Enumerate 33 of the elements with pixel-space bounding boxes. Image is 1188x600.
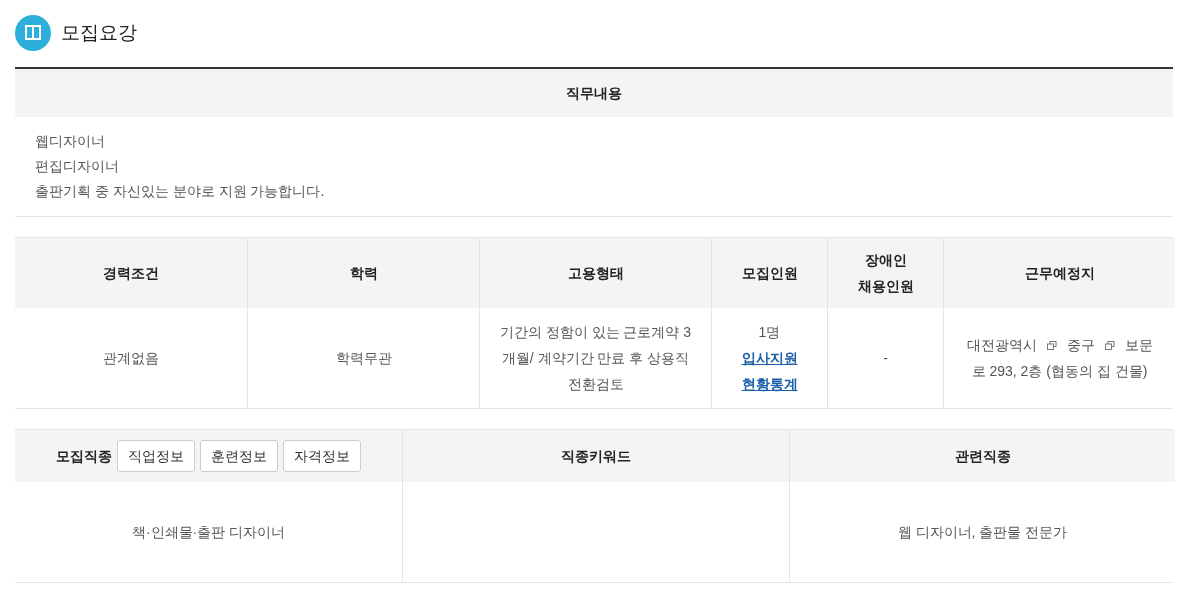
table-cell-text: - <box>883 349 888 368</box>
location-text: 로 293, 2층 (협동의 집 건물) <box>971 362 1148 381</box>
table-header: 학력 <box>247 238 479 308</box>
info-button[interactable]: 직업정보 <box>117 440 195 472</box>
new-window-icon[interactable] <box>1046 340 1057 350</box>
table-cell-text: 1명 <box>758 323 781 342</box>
table-cell-text: 관계없음 <box>103 349 159 368</box>
table-cell-text: 학력무관 <box>335 349 392 368</box>
table-cell-text: 기간의 정함이 있는 근로계약 3개월/ 계약기간 만료 후 상용직 전환검토 <box>498 323 693 394</box>
table-header: 관련직종 <box>789 430 1175 482</box>
duty-text: 출판기획 중 자신있는 분야로 지원 가능합니다. <box>35 182 326 201</box>
table-header: 직무내용 <box>15 69 1173 117</box>
table-cell-text: 책·인쇄물·출판 디자이너 <box>131 523 286 542</box>
duty-text: 편집디자이너 <box>35 157 120 176</box>
new-window-icon[interactable] <box>1104 340 1115 350</box>
table-link[interactable]: 현황통계 <box>741 371 798 397</box>
table-header: 모집직종 <box>56 446 112 466</box>
table-header: 직종키워드 <box>402 430 789 482</box>
table-header: 모집인원 <box>711 238 827 308</box>
section-title: 모집요강 <box>61 20 137 45</box>
info-button[interactable]: 훈련정보 <box>200 440 278 472</box>
table-header: 고용형태 <box>479 238 711 308</box>
location-text: 보문 <box>1124 336 1153 355</box>
duty-text: 웹디자이너 <box>35 132 106 151</box>
table-header: 장애인 채용인원 <box>827 238 943 308</box>
table-cell-text: 웹 디자이너, 출판물 전문가 <box>897 523 1068 542</box>
table-header: 근무예정지 <box>943 238 1175 308</box>
book-icon <box>15 15 51 51</box>
location-link[interactable]: 중구 <box>1066 332 1095 358</box>
table-link[interactable]: 입사지원 <box>741 345 798 371</box>
table-header: 경력조건 <box>15 238 247 308</box>
info-button[interactable]: 자격정보 <box>283 440 361 472</box>
location-link[interactable]: 대전광역시 <box>966 332 1037 358</box>
